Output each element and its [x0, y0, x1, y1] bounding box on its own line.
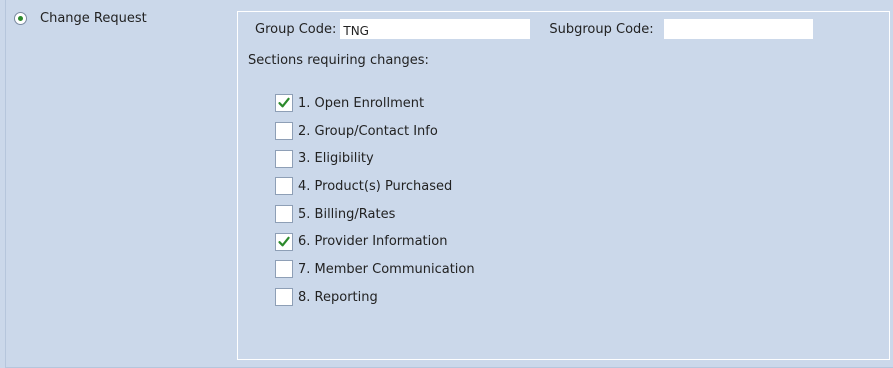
checkmark-icon	[278, 98, 290, 108]
section-label: 5. Billing/Rates	[298, 206, 396, 222]
section-label: 8. Reporting	[298, 289, 378, 305]
group-code-row: Group Code: Subgroup Code:	[255, 19, 813, 39]
subgroup-code-label: Subgroup Code:	[549, 21, 654, 37]
subgroup-code-input[interactable]	[663, 19, 813, 39]
section-checkbox-4[interactable]	[275, 177, 293, 196]
change-details-panel: Group Code: Subgroup Code: Sections requ…	[237, 11, 890, 360]
sections-checklist: 1. Open Enrollment 2. Group/Contact Info…	[275, 86, 475, 315]
section-checkbox-1[interactable]	[275, 94, 293, 113]
section-label: 6. Provider Information	[298, 234, 448, 250]
change-request-form: Change Request Group Code: Subgroup Code…	[5, 0, 893, 368]
sections-heading: Sections requiring changes:	[248, 53, 429, 68]
section-label: 3. Eligibility	[298, 151, 374, 167]
section-checkbox-2[interactable]	[275, 122, 293, 141]
change-request-option[interactable]: Change Request	[14, 11, 147, 26]
section-label: 2. Group/Contact Info	[298, 123, 438, 139]
section-label: 7. Member Communication	[298, 261, 475, 277]
change-request-label: Change Request	[40, 11, 147, 26]
section-checkbox-3[interactable]	[275, 149, 293, 168]
section-checkbox-8[interactable]	[275, 288, 293, 307]
change-request-radio[interactable]	[14, 12, 27, 25]
group-code-label: Group Code:	[255, 21, 337, 37]
group-code-input[interactable]	[340, 19, 531, 39]
section-label: 4. Product(s) Purchased	[298, 178, 453, 194]
section-checkbox-6[interactable]	[275, 232, 293, 251]
section-checkbox-5[interactable]	[275, 205, 293, 224]
radio-selected-dot	[18, 16, 23, 21]
section-label: 1. Open Enrollment	[298, 95, 425, 111]
checkmark-icon	[278, 236, 290, 247]
list-item[interactable]: 8. Reporting	[275, 280, 475, 315]
section-checkbox-7[interactable]	[275, 260, 293, 279]
